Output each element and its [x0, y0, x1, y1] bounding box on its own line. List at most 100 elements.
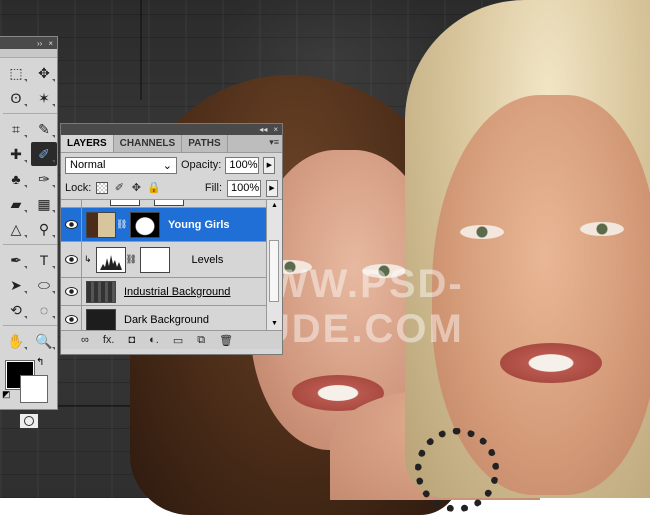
layer-visibility-toggle[interactable] [61, 278, 82, 305]
layer-thumbnail [86, 308, 116, 330]
crop-icon: ⌗ [12, 120, 20, 137]
path-selection-icon: ➤ [10, 276, 22, 293]
tab-paths[interactable]: PATHS [182, 135, 228, 152]
ellipse-shape-tool[interactable]: ⬭ [31, 273, 57, 297]
clipping-arrow-icon: ↳ [84, 254, 92, 264]
3d-rotate-tool[interactable]: ⟲ [3, 298, 29, 322]
wall-seam [140, 0, 142, 100]
woman-right-eye [580, 222, 624, 236]
lock-transparent-pixels-icon[interactable] [96, 182, 109, 194]
layer-row-young-girls[interactable]: ⛓ Young Girls [61, 208, 268, 242]
swap-colors-icon[interactable]: ↰ [36, 357, 44, 368]
lasso-tool[interactable]: ʘ [3, 86, 29, 110]
tools-panel: ›› × ⬚ ✥ ʘ ✶ ⌗ ✎ ✚ ✐ ♣ ✑ ▰ ▦ △ ⚲ ✒ T ➤ ⬭ ⟲ ◌ ✋ 🔍 ↰ ◩ [0, 36, 58, 429]
eyedropper-icon: ✎ [38, 120, 50, 137]
marquee-tool[interactable]: ⬚ [3, 61, 29, 85]
ellipse-shape-icon: ⬭ [38, 276, 50, 293]
trash-icon[interactable]: 🗑 [219, 334, 233, 347]
opacity-slider-button[interactable]: ▶ [263, 156, 276, 174]
pen-tool[interactable]: ✒ [3, 248, 29, 272]
link-mask-icon[interactable]: ⛓ [126, 254, 137, 265]
layer-thumbnail [86, 280, 116, 303]
healing-brush-tool[interactable]: ✚ [3, 142, 29, 166]
default-colors-icon[interactable]: ◩ [2, 389, 11, 400]
brush-tool[interactable]: ✐ [31, 142, 57, 166]
layer-row-levels[interactable]: ↳ ⛓ Levels [61, 242, 268, 278]
eraser-tool[interactable]: ▰ [3, 192, 29, 216]
close-icon[interactable]: × [48, 39, 53, 48]
collapse-icon[interactable]: ›› [37, 39, 42, 48]
layers-panel-footer: ∞ fx. ◘ ◐. ▭ ⧉ 🗑 [61, 330, 282, 349]
scroll-down-icon[interactable]: ▼ [267, 318, 282, 330]
levels-adjustment-icon [95, 246, 126, 273]
layer-style-icon[interactable]: fx. [103, 334, 115, 346]
new-layer-icon[interactable]: ⧉ [197, 334, 205, 347]
layer-row-partial[interactable] [61, 200, 268, 208]
eye-icon [64, 287, 78, 296]
3d-orbit-tool[interactable]: ◌ [31, 298, 57, 322]
tool-separator [3, 325, 57, 326]
layer-visibility-toggle[interactable] [61, 306, 82, 330]
close-icon[interactable]: × [273, 125, 278, 134]
dodge-tool[interactable]: ⚲ [31, 217, 57, 241]
clone-stamp-tool[interactable]: ♣ [3, 167, 29, 191]
eye-icon [64, 255, 78, 264]
hand-tool[interactable]: ✋ [3, 329, 29, 353]
fill-input[interactable]: 100% [227, 179, 261, 197]
add-mask-icon[interactable]: ◘ [128, 334, 135, 346]
quick-mask-button[interactable] [18, 413, 39, 429]
path-selection-tool[interactable]: ➤ [3, 273, 29, 297]
blur-tool[interactable]: △ [3, 217, 29, 241]
bracelet [415, 428, 499, 512]
eraser-icon: ▰ [10, 195, 22, 212]
tab-channels[interactable]: CHANNELS [114, 135, 183, 152]
scroll-up-icon[interactable]: ▲ [267, 200, 282, 212]
layer-mask-thumbnail [154, 200, 184, 206]
zoom-tool[interactable]: 🔍 [31, 329, 57, 353]
layer-thumbnail [86, 211, 116, 238]
adjustment-layer-icon[interactable]: ◐. [149, 334, 159, 346]
blur-icon: △ [10, 220, 22, 237]
pen-icon: ✒ [10, 251, 22, 268]
blend-mode-select[interactable]: Normal ⌄ [65, 156, 177, 174]
woman-left-eye [460, 225, 504, 239]
fill-slider-button[interactable]: ▶ [266, 179, 278, 197]
eye-icon [64, 315, 78, 324]
magic-wand-tool[interactable]: ✶ [31, 86, 57, 110]
tool-grid: ⬚ ✥ ʘ ✶ ⌗ ✎ ✚ ✐ ♣ ✑ ▰ ▦ △ ⚲ ✒ T ➤ ⬭ ⟲ ◌ ✋ 🔍 [0, 58, 57, 353]
background-color-swatch[interactable] [20, 375, 48, 403]
tools-panel-grip[interactable] [0, 49, 57, 58]
opacity-input[interactable]: 100% [225, 156, 260, 174]
lock-image-pixels-icon[interactable]: ✐ [113, 182, 125, 194]
crop-tool[interactable]: ⌗ [3, 117, 29, 141]
collapse-icon[interactable]: ◂◂ [259, 125, 267, 134]
layer-row-dark-background[interactable]: Dark Background [61, 306, 268, 330]
link-mask-icon[interactable]: ⛓ [116, 219, 127, 230]
layer-visibility-toggle[interactable] [61, 200, 82, 207]
quick-mask-icon [23, 416, 34, 426]
lock-all-icon[interactable]: 🔒 [147, 182, 161, 194]
panel-menu-icon[interactable]: ▾≡ [269, 137, 279, 148]
layer-list-scrollbar[interactable]: ▲ ▼ [266, 200, 282, 330]
scrollbar-thumb[interactable] [269, 240, 279, 302]
gradient-tool[interactable]: ▦ [31, 192, 57, 216]
fill-label: Fill: [204, 182, 222, 194]
link-layers-icon[interactable]: ∞ [81, 334, 89, 346]
layer-mask-thumbnail [139, 246, 170, 273]
layer-visibility-toggle[interactable] [61, 208, 82, 241]
layer-row-industrial-background[interactable]: Industrial Background [61, 278, 268, 306]
gradient-icon: ▦ [37, 195, 51, 212]
lock-position-icon[interactable]: ✥ [130, 182, 142, 194]
type-icon: T [39, 252, 49, 268]
type-tool[interactable]: T [31, 248, 57, 272]
history-brush-tool[interactable]: ✑ [31, 167, 57, 191]
move-tool[interactable]: ✥ [31, 61, 57, 85]
tab-layers[interactable]: LAYERS [61, 135, 114, 152]
3d-orbit-icon: ◌ [39, 302, 49, 318]
layer-visibility-toggle[interactable] [61, 242, 82, 277]
lasso-icon: ʘ [10, 90, 22, 106]
layer-name: Industrial Background [124, 285, 231, 298]
new-group-icon[interactable]: ▭ [173, 334, 183, 347]
panel-tabs: LAYERS CHANNELS PATHS ▾≡ [61, 135, 282, 153]
eyedropper-tool[interactable]: ✎ [31, 117, 57, 141]
